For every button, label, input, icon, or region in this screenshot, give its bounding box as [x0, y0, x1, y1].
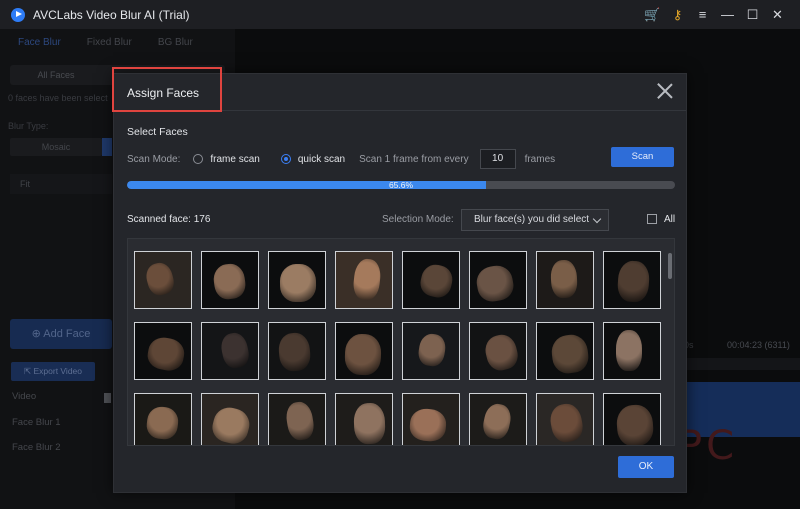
select-all-checkbox[interactable]	[647, 214, 657, 224]
face-thumbnail[interactable]	[402, 393, 460, 445]
face-thumbnail[interactable]	[603, 251, 661, 309]
menu-icon[interactable]: ≡	[690, 0, 715, 29]
face-image	[143, 260, 177, 298]
face-thumbnail[interactable]	[201, 322, 259, 380]
close-icon[interactable]	[657, 83, 673, 99]
face-thumbnail[interactable]	[134, 251, 192, 309]
face-thumbnail[interactable]	[536, 322, 594, 380]
face-grid-scrollbar[interactable]	[668, 253, 672, 279]
key-icon[interactable]: ⚷	[665, 0, 690, 29]
select-faces-label: Select Faces	[127, 126, 188, 138]
face-thumbnail[interactable]	[268, 322, 326, 380]
quick-scan-label[interactable]: quick scan	[298, 154, 345, 165]
face-thumbnail[interactable]	[268, 251, 326, 309]
face-thumbnail[interactable]	[335, 393, 393, 445]
assign-faces-dialog: Assign Faces Select Faces Scan Mode: fra…	[112, 67, 687, 493]
face-thumbnail[interactable]	[201, 251, 259, 309]
face-thumbnail[interactable]	[603, 393, 661, 445]
face-thumbnail[interactable]	[134, 393, 192, 445]
face-image	[550, 259, 578, 299]
maximize-icon[interactable]: ☐	[740, 0, 765, 29]
face-image	[276, 331, 312, 373]
face-image	[481, 331, 521, 373]
frames-input[interactable]: 10	[479, 149, 516, 169]
face-image	[416, 332, 448, 368]
scan-button[interactable]: Scan	[611, 147, 674, 167]
dialog-title: Assign Faces	[127, 86, 200, 100]
face-image	[615, 403, 655, 445]
scan-mode-label: Scan Mode:	[127, 153, 181, 165]
face-image	[284, 400, 316, 442]
face-image	[549, 332, 591, 376]
face-image	[211, 261, 247, 301]
window-controls: 🛒 ⚷ ≡ — ☐ ✕	[640, 0, 790, 29]
face-image	[352, 401, 386, 445]
face-image	[408, 407, 448, 443]
selection-mode-value: Blur face(s) you did select	[474, 214, 590, 225]
scanned-face-count: Scanned face: 176	[127, 214, 211, 225]
face-thumbnail[interactable]	[402, 322, 460, 380]
frames-unit-label: frames	[524, 153, 556, 165]
face-thumbnail[interactable]	[469, 251, 527, 309]
face-thumbnail[interactable]	[469, 322, 527, 380]
face-image	[417, 261, 455, 301]
app-logo-icon	[11, 7, 25, 22]
selection-mode-label: Selection Mode:	[382, 214, 454, 225]
title-bar: AVCLabs Video Blur AI (Trial) 🛒 ⚷ ≡ — ☐ …	[0, 0, 800, 29]
face-image	[480, 401, 514, 441]
frame-scan-radio[interactable]	[193, 154, 204, 164]
face-image	[616, 259, 650, 303]
face-image	[144, 405, 180, 441]
scan-progress-bar: 65.6%	[127, 181, 675, 189]
chevron-down-icon	[592, 214, 602, 224]
scan-every-label: Scan 1 frame from every	[359, 153, 469, 165]
face-image	[209, 403, 253, 445]
face-thumbnail[interactable]	[536, 251, 594, 309]
app-title: AVCLabs Video Blur AI (Trial)	[33, 7, 190, 22]
quick-scan-radio[interactable]	[280, 154, 291, 164]
face-thumbnail[interactable]	[536, 393, 594, 445]
face-thumbnail[interactable]	[335, 251, 393, 309]
dialog-header: Assign Faces	[112, 67, 686, 112]
face-grid-panel	[127, 238, 675, 446]
face-thumbnail[interactable]	[402, 251, 460, 309]
cart-icon[interactable]: 🛒	[640, 0, 665, 29]
face-thumbnail[interactable]	[603, 322, 661, 380]
face-image	[344, 332, 382, 376]
selection-mode-dropdown[interactable]: Blur face(s) you did select	[461, 209, 609, 231]
face-image	[474, 262, 516, 304]
close-icon[interactable]: ✕	[765, 0, 790, 29]
face-thumbnail[interactable]	[268, 393, 326, 445]
face-image	[616, 329, 642, 371]
face-image	[218, 330, 252, 370]
face-grid	[134, 251, 661, 445]
select-all-label[interactable]: All	[664, 214, 675, 225]
minimize-icon[interactable]: —	[715, 0, 740, 29]
face-thumbnail[interactable]	[201, 393, 259, 445]
face-image	[145, 334, 187, 374]
face-thumbnail[interactable]	[134, 322, 192, 380]
face-image	[547, 401, 585, 445]
progress-text: 65.6%	[388, 181, 414, 189]
face-image	[351, 257, 383, 301]
face-image	[279, 263, 317, 303]
scan-mode-row: Scan Mode: frame scan quick scan Scan 1 …	[127, 148, 675, 170]
face-thumbnail[interactable]	[335, 322, 393, 380]
ok-button[interactable]: OK	[618, 456, 674, 478]
frame-scan-label[interactable]: frame scan	[210, 154, 259, 165]
face-thumbnail[interactable]	[469, 393, 527, 445]
